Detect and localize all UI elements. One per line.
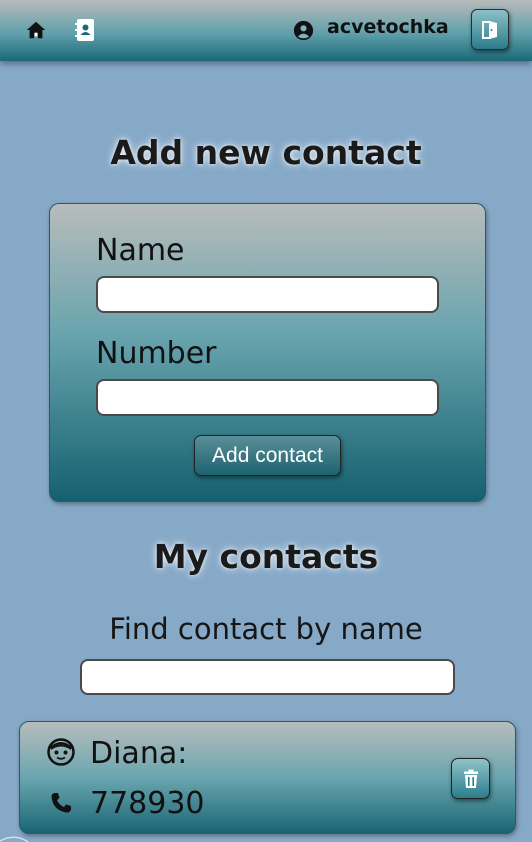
- face-icon: [47, 738, 75, 766]
- number-label: Number: [96, 336, 217, 371]
- filter-label: Find contact by name: [109, 612, 423, 646]
- user-circle-icon: [292, 19, 314, 41]
- contact-number: 778930: [90, 786, 205, 821]
- filter-input[interactable]: [80, 659, 455, 695]
- delete-contact-button[interactable]: [451, 758, 490, 799]
- add-contact-title: Add new contact: [110, 133, 422, 172]
- logout-door-icon: [482, 20, 497, 39]
- contact-name: Diana:: [90, 736, 188, 771]
- name-label: Name: [96, 233, 185, 268]
- name-input[interactable]: [96, 276, 439, 313]
- add-contact-button[interactable]: Add contact: [194, 435, 341, 476]
- trash-icon: [463, 769, 478, 788]
- app-header: acvetochka: [0, 0, 532, 61]
- decorative-swirl: [0, 836, 29, 842]
- logout-button[interactable]: [471, 9, 509, 50]
- phone-icon: [48, 790, 74, 816]
- number-input[interactable]: [96, 379, 439, 416]
- home-icon[interactable]: [25, 19, 47, 41]
- contacts-book-icon[interactable]: [73, 18, 97, 42]
- username: acvetochka: [327, 16, 449, 38]
- my-contacts-title: My contacts: [153, 537, 379, 576]
